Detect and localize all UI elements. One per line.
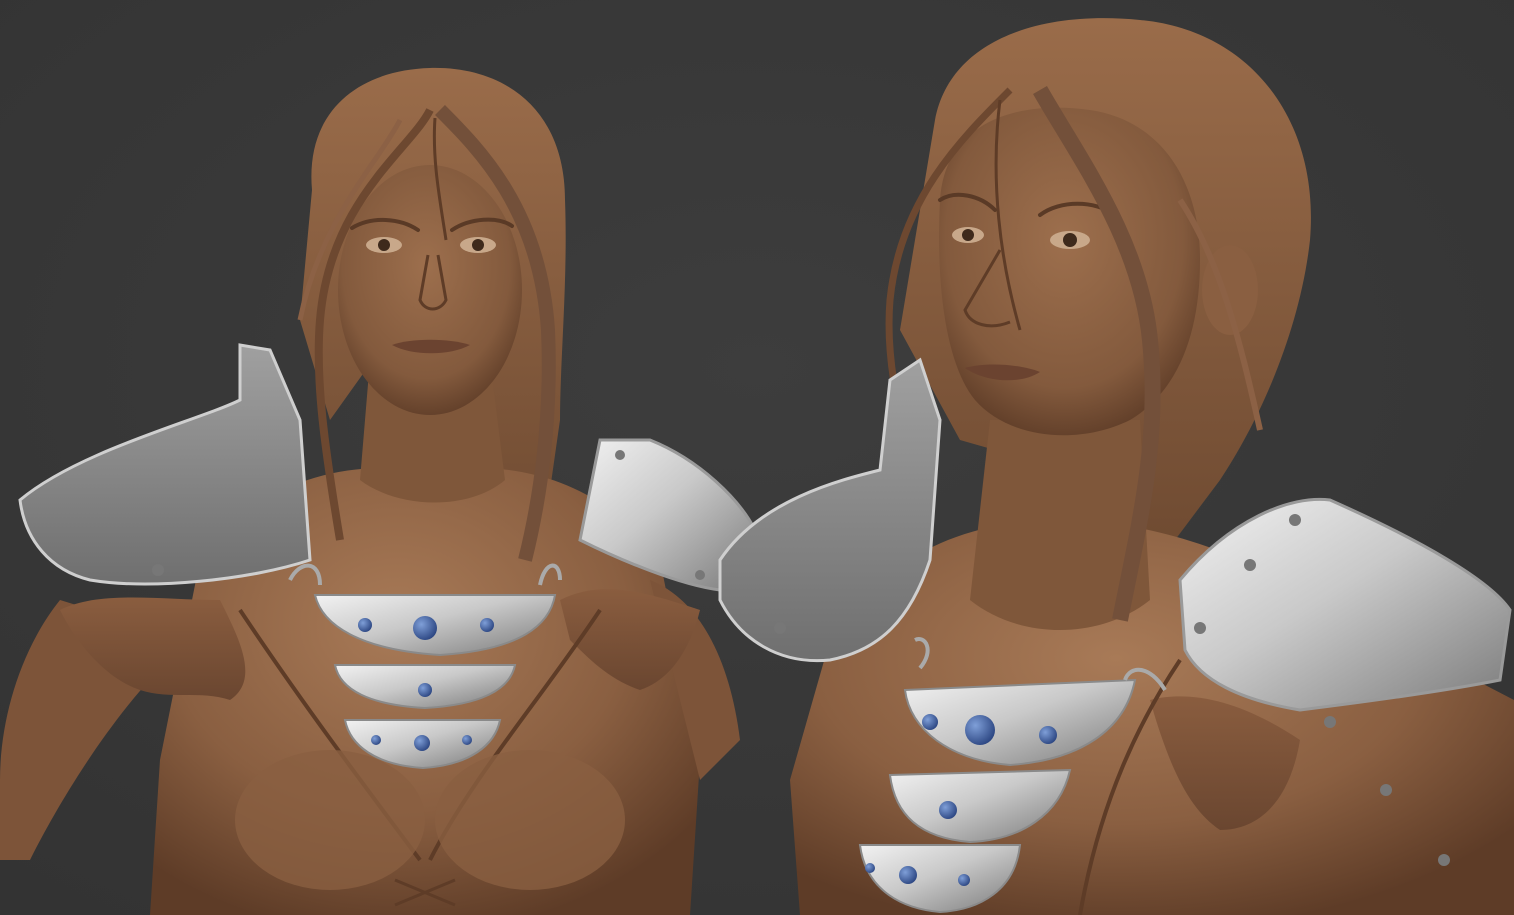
- gem: [358, 618, 372, 632]
- sculpt-viewport[interactable]: [0, 0, 1514, 915]
- gem: [413, 616, 437, 640]
- render-scene: [0, 0, 1514, 915]
- gem: [1039, 726, 1057, 744]
- gem: [414, 735, 430, 751]
- gem: [965, 715, 995, 745]
- gem: [371, 735, 381, 745]
- gem: [480, 618, 494, 632]
- face: [939, 107, 1200, 436]
- gem: [939, 801, 957, 819]
- face: [338, 165, 522, 415]
- gem: [418, 683, 432, 697]
- gem: [958, 874, 970, 886]
- gem: [899, 866, 917, 884]
- gem: [462, 735, 472, 745]
- gem: [865, 863, 875, 873]
- gem: [922, 714, 938, 730]
